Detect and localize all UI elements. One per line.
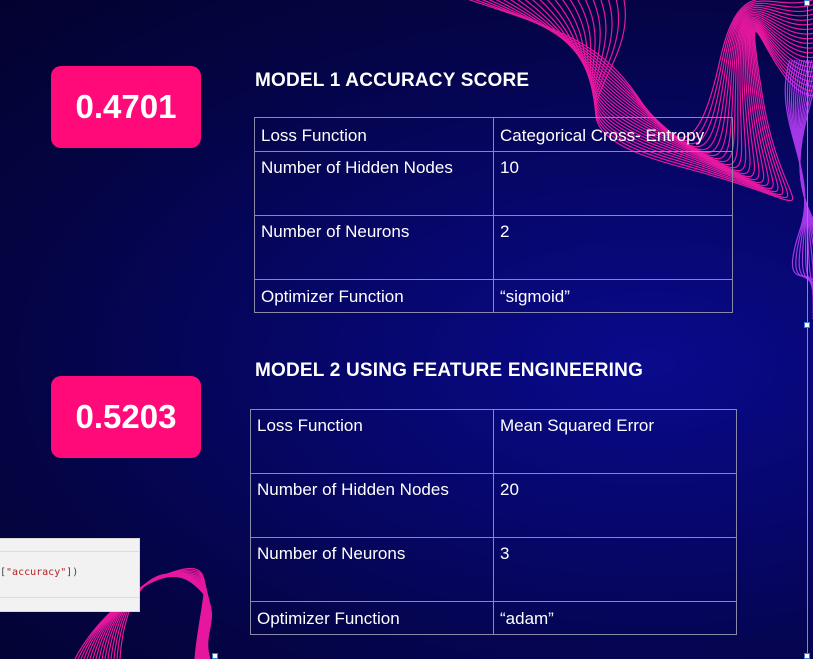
model2-param-table: Loss Function Mean Squared Error Number …	[250, 409, 737, 635]
table-row: Number of Neurons 2	[254, 215, 733, 280]
param-name: Loss Function	[250, 409, 494, 474]
model1-param-table: Loss Function Categorical Cross- Entropy…	[254, 117, 733, 313]
param-value: 3	[493, 537, 737, 602]
code-suffix: ])	[66, 567, 79, 578]
code-snippet-image: ["accuracy"])	[0, 538, 140, 612]
selection-border	[807, 0, 808, 659]
model1-score-badge: 0.4701	[51, 66, 201, 148]
divider	[0, 597, 139, 598]
table-row: Loss Function Categorical Cross- Entropy	[254, 117, 733, 152]
resize-handle[interactable]	[212, 653, 218, 659]
model2-score-badge: 0.5203	[51, 376, 201, 458]
model2-score: 0.5203	[75, 398, 177, 435]
table-row: Loss Function Mean Squared Error	[250, 409, 737, 474]
param-name: Number of Neurons	[254, 215, 494, 280]
table-row: Optimizer Function “sigmoid”	[254, 279, 733, 313]
param-name: Optimizer Function	[250, 601, 494, 635]
param-value: “adam”	[493, 601, 737, 635]
divider	[0, 551, 139, 552]
model1-title: MODEL 1 ACCURACY SCORE	[255, 70, 530, 91]
code-line: ["accuracy"])	[0, 567, 78, 578]
resize-handle[interactable]	[804, 0, 810, 6]
table-row: Number of Hidden Nodes 20	[250, 473, 737, 538]
param-value: Categorical Cross- Entropy	[493, 117, 733, 152]
model1-score: 0.4701	[75, 88, 177, 125]
param-value: “sigmoid”	[493, 279, 733, 313]
resize-handle[interactable]	[804, 322, 810, 328]
code-string: "accuracy"	[6, 567, 67, 578]
param-value: 10	[493, 151, 733, 216]
param-value: 20	[493, 473, 737, 538]
param-name: Number of Hidden Nodes	[250, 473, 494, 538]
model2-title: MODEL 2 USING FEATURE ENGINEERING	[255, 360, 644, 381]
resize-handle[interactable]	[804, 653, 810, 659]
param-value: 2	[493, 215, 733, 280]
table-row: Optimizer Function “adam”	[250, 601, 737, 635]
param-name: Loss Function	[254, 117, 494, 152]
table-row: Number of Neurons 3	[250, 537, 737, 602]
param-value: Mean Squared Error	[493, 409, 737, 474]
param-name: Optimizer Function	[254, 279, 494, 313]
param-name: Number of Hidden Nodes	[254, 151, 494, 216]
param-name: Number of Neurons	[250, 537, 494, 602]
table-row: Number of Hidden Nodes 10	[254, 151, 733, 216]
